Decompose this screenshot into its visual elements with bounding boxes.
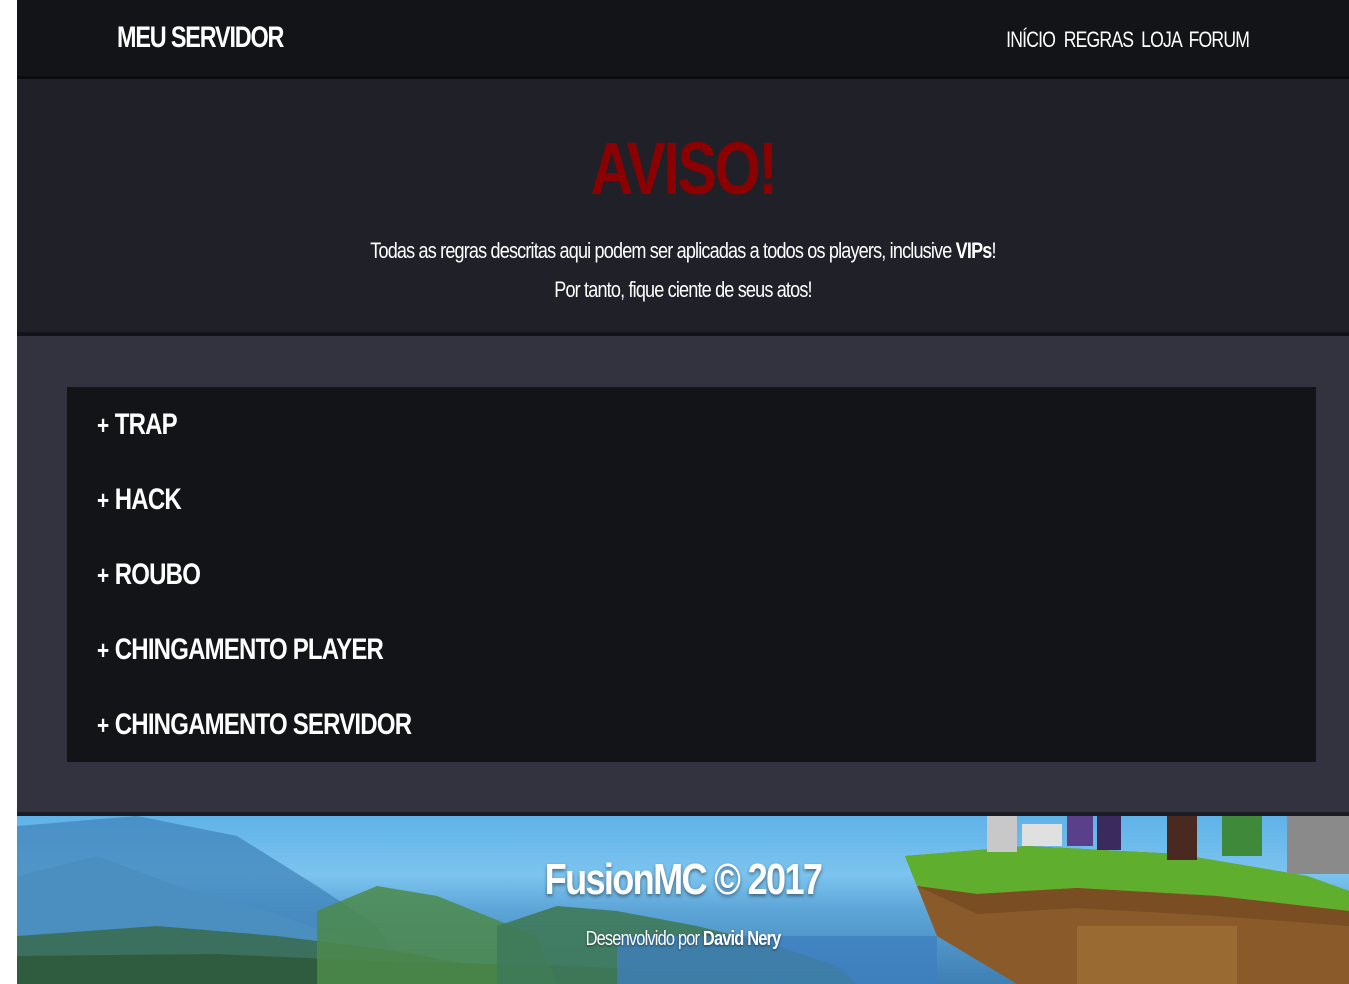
expand-plus-icon: + <box>97 710 109 740</box>
footer-credit-prefix: Desenvolvido por <box>585 928 703 950</box>
expand-plus-icon: + <box>97 635 109 665</box>
page: MEU SERVIDOR INÍCIO REGRAS LOJA FORUM AV… <box>17 0 1349 984</box>
rule-item-trap[interactable]: + TRAP <box>97 407 178 443</box>
expand-plus-icon: + <box>97 560 109 590</box>
warning-line-2: Por tanto, fique ciente de seus atos! <box>554 277 812 302</box>
brand-logo[interactable]: MEU SERVIDOR <box>117 20 284 56</box>
rule-label: TRAP <box>114 408 178 441</box>
rule-label: CHINGAMENTO SERVIDOR <box>114 708 412 741</box>
warning-line-1: Todas as regras descritas aqui podem ser… <box>137 231 1229 270</box>
nav-link-loja[interactable]: LOJA <box>1141 26 1183 54</box>
warning-text: Todas as regras descritas aqui podem ser… <box>137 231 1229 309</box>
expand-plus-icon: + <box>97 410 109 440</box>
warning-line-1-text: Todas as regras descritas aqui podem ser… <box>370 238 956 263</box>
footer-title: FusionMC © 2017 <box>544 855 823 904</box>
rule-item-chingamento-player[interactable]: + CHINGAMENTO PLAYER <box>97 632 384 668</box>
nav-link-regras[interactable]: REGRAS <box>1064 26 1134 54</box>
rules-section: + TRAP + HACK + ROUBO + CHINGAMENTO PLAYER +… <box>17 336 1349 816</box>
warning-banner: AVISO! Todas as regras descritas aqui po… <box>17 79 1349 336</box>
rule-item-chingamento-servidor[interactable]: + CHINGAMENTO SERVIDOR <box>97 707 412 743</box>
navbar: MEU SERVIDOR INÍCIO REGRAS LOJA FORUM <box>17 0 1349 79</box>
footer: FusionMC © 2017 Desenvolvido por David N… <box>17 816 1349 984</box>
rules-accordion: + TRAP + HACK + ROUBO + CHINGAMENTO PLAYER +… <box>67 387 1316 762</box>
footer-credit: Desenvolvido por David Nery <box>137 926 1229 952</box>
rule-label: ROUBO <box>114 558 201 591</box>
rule-item-roubo[interactable]: + ROUBO <box>97 557 201 593</box>
vips-highlight: VIPs <box>955 238 993 263</box>
nav-link-forum[interactable]: FORUM <box>1189 26 1250 54</box>
rule-item-hack[interactable]: + HACK <box>97 482 182 518</box>
expand-plus-icon: + <box>97 485 109 515</box>
warning-line-1-suffix: ! <box>991 238 996 263</box>
warning-title: AVISO! <box>590 127 778 210</box>
nav-link-inicio[interactable]: INÍCIO <box>1006 26 1056 54</box>
footer-author[interactable]: David Nery <box>703 928 781 950</box>
rule-label: HACK <box>114 483 182 516</box>
nav-links: INÍCIO REGRAS LOJA FORUM <box>1006 26 1257 54</box>
rule-label: CHINGAMENTO PLAYER <box>114 633 384 666</box>
